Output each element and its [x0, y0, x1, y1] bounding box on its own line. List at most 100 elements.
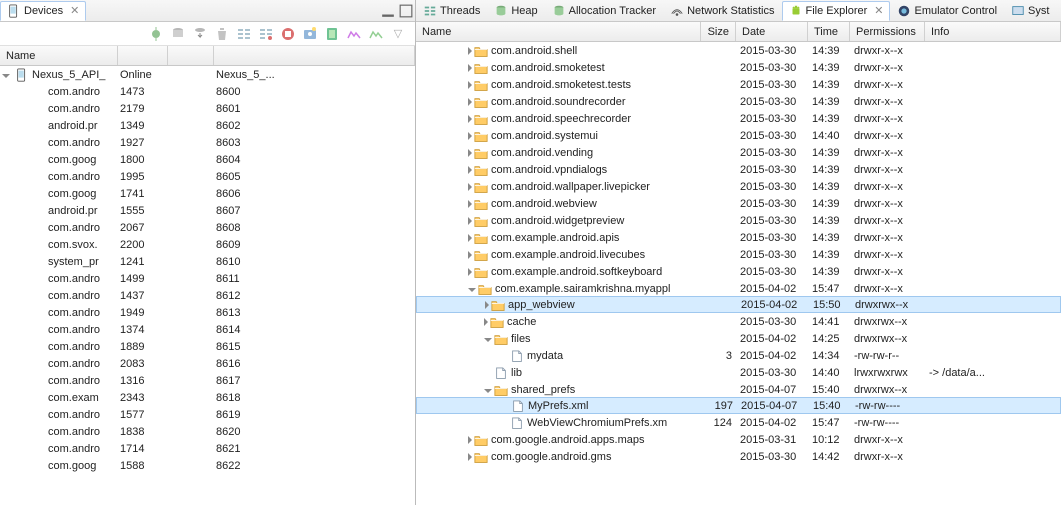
folder-row[interactable]: app_webview2015-04-0215:50drwxrwx--x: [416, 296, 1061, 313]
folder-row[interactable]: com.android.soundrecorder2015-03-3014:39…: [416, 93, 1061, 110]
process-row[interactable]: com.andro13748614: [0, 321, 415, 338]
file-row[interactable]: MyPrefs.xml1972015-04-0715:40-rw-rw----: [416, 397, 1061, 414]
tab-allocation-tracker[interactable]: Allocation Tracker: [545, 1, 663, 21]
tab-network-statistics[interactable]: Network Statistics: [663, 1, 781, 21]
maximize-icon[interactable]: [399, 4, 413, 18]
file-row[interactable]: WebViewChromiumPrefs.xm1242015-04-0215:4…: [416, 414, 1061, 431]
process-row[interactable]: com.andro20838616: [0, 355, 415, 372]
collapse-icon[interactable]: [484, 338, 492, 342]
col-name[interactable]: Name: [0, 46, 118, 65]
tab-heap[interactable]: Heap: [487, 1, 544, 21]
expand-icon[interactable]: [468, 166, 472, 174]
expand-icon[interactable]: [468, 132, 472, 140]
tab-emulator-control[interactable]: Emulator Control: [890, 1, 1004, 21]
expand-icon[interactable]: [468, 268, 472, 276]
close-icon[interactable]: ✕: [874, 4, 883, 17]
process-row[interactable]: com.goog17418606: [0, 185, 415, 202]
folder-row[interactable]: com.android.vpndialogs2015-03-3014:39drw…: [416, 161, 1061, 178]
process-row[interactable]: com.andro20678608: [0, 219, 415, 236]
process-row[interactable]: com.goog15888622: [0, 457, 415, 474]
heap-update-icon[interactable]: [169, 25, 187, 43]
devices-tab[interactable]: Devices ✕: [0, 1, 86, 21]
expand-icon[interactable]: [468, 81, 472, 89]
expand-icon[interactable]: [484, 318, 488, 326]
folder-row[interactable]: com.android.smoketest2015-03-3014:39drwx…: [416, 59, 1061, 76]
process-row[interactable]: com.andro17148621: [0, 440, 415, 457]
file-explorer-body[interactable]: com.android.shell2015-03-3014:39drwxr-x-…: [416, 42, 1061, 505]
tab-syst[interactable]: Syst: [1004, 1, 1056, 21]
folder-row[interactable]: com.android.systemui2015-03-3014:40drwxr…: [416, 127, 1061, 144]
gc-icon[interactable]: [213, 25, 231, 43]
process-row[interactable]: com.andro14998611: [0, 270, 415, 287]
process-row[interactable]: com.andro18388620: [0, 423, 415, 440]
expand-icon[interactable]: [2, 74, 10, 78]
col-blank2[interactable]: [168, 46, 214, 65]
process-row[interactable]: com.andro19278603: [0, 134, 415, 151]
folder-row[interactable]: com.android.vending2015-03-3014:39drwxr-…: [416, 144, 1061, 161]
folder-row[interactable]: com.android.speechrecorder2015-03-3014:3…: [416, 110, 1061, 127]
col-info[interactable]: Info: [925, 22, 1061, 41]
ui-dump-icon[interactable]: [323, 25, 341, 43]
expand-icon[interactable]: [468, 251, 472, 259]
process-row[interactable]: com.exam23438618: [0, 389, 415, 406]
expand-icon[interactable]: [468, 453, 472, 461]
expand-icon[interactable]: [468, 234, 472, 242]
expand-icon[interactable]: [468, 115, 472, 123]
col-name[interactable]: Name: [416, 22, 701, 41]
col-blank3[interactable]: [214, 46, 415, 65]
close-icon[interactable]: ✕: [70, 4, 79, 17]
stop-icon[interactable]: [279, 25, 297, 43]
expand-icon[interactable]: [485, 301, 489, 309]
expand-icon[interactable]: [468, 217, 472, 225]
folder-row[interactable]: com.android.webview2015-03-3014:39drwxr-…: [416, 195, 1061, 212]
process-row[interactable]: com.andro21798601: [0, 100, 415, 117]
process-row[interactable]: com.andro19958605: [0, 168, 415, 185]
process-row[interactable]: com.andro19498613: [0, 304, 415, 321]
col-perm[interactable]: Permissions: [850, 22, 925, 41]
screenshot-icon[interactable]: [301, 25, 319, 43]
systrace-icon[interactable]: [345, 25, 363, 43]
folder-row[interactable]: com.example.android.livecubes2015-03-301…: [416, 246, 1061, 263]
minimize-icon[interactable]: [381, 4, 395, 18]
col-size[interactable]: Size: [701, 22, 736, 41]
view-menu-icon[interactable]: ▽: [389, 25, 407, 43]
devices-table-body[interactable]: Nexus_5_API_ Online Nexus_5_... com.andr…: [0, 66, 415, 505]
folder-row[interactable]: com.example.android.apis2015-03-3014:39d…: [416, 229, 1061, 246]
collapse-icon[interactable]: [484, 389, 492, 393]
folder-row[interactable]: files2015-04-0214:25drwxrwx--x: [416, 330, 1061, 347]
process-row[interactable]: system_pr12418610: [0, 253, 415, 270]
tab-threads[interactable]: Threads: [416, 1, 487, 21]
heap-dump-icon[interactable]: [191, 25, 209, 43]
folder-row[interactable]: com.android.wallpaper.livepicker2015-03-…: [416, 178, 1061, 195]
folder-row[interactable]: cache2015-03-3014:41drwxrwx--x: [416, 313, 1061, 330]
process-row[interactable]: com.andro15778619: [0, 406, 415, 423]
device-row[interactable]: Nexus_5_API_ Online Nexus_5_...: [0, 66, 415, 83]
debug-icon[interactable]: [147, 25, 165, 43]
tab-file-explorer[interactable]: File Explorer✕: [782, 1, 891, 21]
method-profile-icon[interactable]: [257, 25, 275, 43]
expand-icon[interactable]: [468, 98, 472, 106]
process-row[interactable]: com.andro13168617: [0, 372, 415, 389]
col-date[interactable]: Date: [736, 22, 808, 41]
expand-icon[interactable]: [468, 436, 472, 444]
file-row[interactable]: lib2015-03-3014:40lrwxrwxrwx-> /data/a..…: [416, 364, 1061, 381]
process-row[interactable]: com.andro18898615: [0, 338, 415, 355]
expand-icon[interactable]: [468, 200, 472, 208]
process-row[interactable]: com.svox.22008609: [0, 236, 415, 253]
expand-icon[interactable]: [468, 47, 472, 55]
folder-row[interactable]: com.example.sairamkrishna.myappl2015-04-…: [416, 280, 1061, 297]
expand-icon[interactable]: [468, 183, 472, 191]
process-row[interactable]: com.andro14738600: [0, 83, 415, 100]
process-row[interactable]: com.andro14378612: [0, 287, 415, 304]
collapse-icon[interactable]: [468, 288, 476, 292]
folder-row[interactable]: shared_prefs2015-04-0715:40drwxrwx--x: [416, 381, 1061, 398]
folder-row[interactable]: com.example.android.softkeyboard2015-03-…: [416, 263, 1061, 280]
col-time[interactable]: Time: [808, 22, 850, 41]
process-row[interactable]: android.pr13498602: [0, 117, 415, 134]
folder-row[interactable]: com.google.android.apps.maps2015-03-3110…: [416, 431, 1061, 448]
col-blank1[interactable]: [118, 46, 168, 65]
folder-row[interactable]: com.google.android.gms2015-03-3014:42drw…: [416, 448, 1061, 465]
views-icon[interactable]: [367, 25, 385, 43]
folder-row[interactable]: com.android.widgetpreview2015-03-3014:39…: [416, 212, 1061, 229]
file-row[interactable]: mydata32015-04-0214:34-rw-rw-r--: [416, 347, 1061, 364]
